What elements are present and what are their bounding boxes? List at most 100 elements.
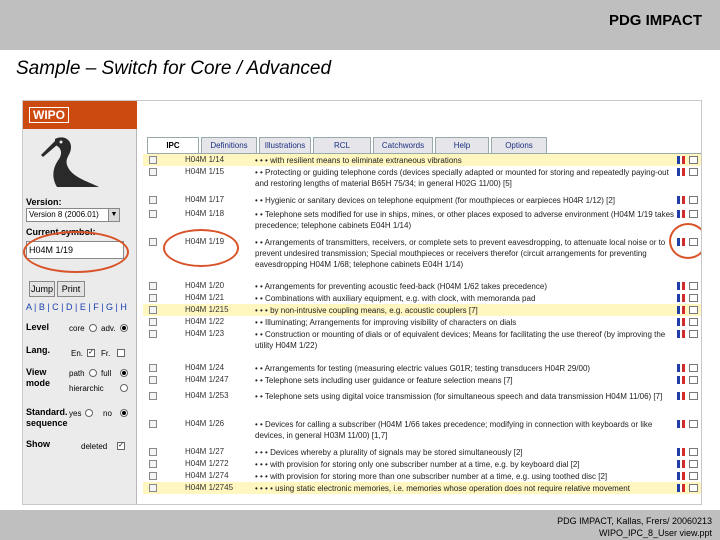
info-box-icon[interactable] — [689, 330, 698, 338]
info-box-icon[interactable] — [689, 294, 698, 302]
info-box-icon[interactable] — [689, 282, 698, 290]
std-yes-radio[interactable] — [85, 409, 93, 417]
table-row[interactable]: H04M 1/24 • • Arrangements for testing (m… — [143, 362, 701, 374]
table-row[interactable]: H04M 1/26 • • Devices for calling a subsc… — [143, 418, 701, 446]
info-box-icon[interactable] — [689, 448, 698, 456]
document-icon[interactable] — [149, 484, 157, 492]
french-flag-icon[interactable] — [677, 306, 686, 314]
level-adv-radio[interactable] — [120, 324, 128, 332]
ipc-code[interactable]: H04M 1/18 — [185, 209, 224, 218]
ipc-code[interactable]: H04M 1/253 — [185, 391, 229, 400]
document-icon[interactable] — [149, 330, 157, 338]
french-flag-icon[interactable] — [677, 156, 686, 164]
document-icon[interactable] — [149, 376, 157, 384]
document-icon[interactable] — [149, 282, 157, 290]
tab-ipc[interactable]: IPC — [147, 137, 199, 154]
french-flag-icon[interactable] — [677, 484, 686, 492]
tab-definitions[interactable]: Definitions — [201, 137, 257, 153]
french-flag-icon[interactable] — [677, 376, 686, 384]
section-letter-links[interactable]: A | B | C | D | E | F | G | H — [26, 302, 127, 312]
french-flag-icon[interactable] — [677, 330, 686, 338]
ipc-code[interactable]: H04M 1/247 — [185, 375, 229, 384]
french-flag-icon[interactable] — [677, 210, 686, 218]
chevron-down-icon[interactable]: ▼ — [108, 209, 119, 221]
document-icon[interactable] — [149, 448, 157, 456]
french-flag-icon[interactable] — [677, 168, 686, 176]
info-box-icon[interactable] — [689, 318, 698, 326]
lang-en-checkbox[interactable]: ✓ — [87, 349, 95, 357]
info-box-icon[interactable] — [689, 306, 698, 314]
ipc-code[interactable]: H04M 1/272 — [185, 459, 229, 468]
ipc-code[interactable]: H04M 1/23 — [185, 329, 224, 338]
document-icon[interactable] — [149, 472, 157, 480]
table-row[interactable]: H04M 1/253 • • Telephone sets using digit… — [143, 390, 701, 418]
ipc-code[interactable]: H04M 1/24 — [185, 363, 224, 372]
std-no-radio[interactable] — [120, 409, 128, 417]
ipc-code[interactable]: H04M 1/2745 — [185, 483, 233, 492]
info-box-icon[interactable] — [689, 156, 698, 164]
ipc-code[interactable]: H04M 1/14 — [185, 155, 224, 164]
french-flag-icon[interactable] — [677, 282, 686, 290]
view-path-radio[interactable] — [89, 369, 97, 377]
french-flag-icon[interactable] — [677, 318, 686, 326]
table-row[interactable]: H04M 1/247 • • Telephone sets including u… — [143, 374, 701, 388]
version-select[interactable]: Version 8 (2006.01) ▼ — [26, 208, 120, 222]
ipc-code[interactable]: H04M 1/21 — [185, 293, 224, 302]
document-icon[interactable] — [149, 156, 157, 164]
info-box-icon[interactable] — [689, 196, 698, 204]
table-row[interactable]: H04M 1/20 • • Arrangements for preventing… — [143, 280, 701, 292]
table-row[interactable]: H04M 1/215 • • • by non-intrusive couplin… — [143, 304, 701, 316]
ipc-code[interactable]: H04M 1/17 — [185, 195, 224, 204]
info-box-icon[interactable] — [689, 364, 698, 372]
document-icon[interactable] — [149, 420, 157, 428]
tab-illustrations[interactable]: Illustrations — [259, 137, 311, 153]
french-flag-icon[interactable] — [677, 364, 686, 372]
ipc-code[interactable]: H04M 1/274 — [185, 471, 229, 480]
document-icon[interactable] — [149, 460, 157, 468]
info-box-icon[interactable] — [689, 420, 698, 428]
info-box-icon[interactable] — [689, 460, 698, 468]
french-flag-icon[interactable] — [677, 392, 686, 400]
table-row[interactable]: H04M 1/2745 • • • • using static electron… — [143, 482, 701, 494]
document-icon[interactable] — [149, 196, 157, 204]
table-row[interactable]: H04M 1/15 • • Protecting or guiding telep… — [143, 166, 701, 194]
info-box-icon[interactable] — [689, 392, 698, 400]
tab-catchwords[interactable]: Catchwords — [373, 137, 433, 153]
tab-options[interactable]: Options — [491, 137, 547, 153]
tab-rcl[interactable]: RCL — [313, 137, 371, 153]
tab-help[interactable]: Help — [435, 137, 489, 153]
french-flag-icon[interactable] — [677, 460, 686, 468]
french-flag-icon[interactable] — [677, 294, 686, 302]
french-flag-icon[interactable] — [677, 420, 686, 428]
document-icon[interactable] — [149, 294, 157, 302]
table-row[interactable]: H04M 1/18 • • Telephone sets modified for… — [143, 208, 701, 236]
french-flag-icon[interactable] — [677, 448, 686, 456]
ipc-code[interactable]: H04M 1/27 — [185, 447, 224, 456]
info-box-icon[interactable] — [689, 472, 698, 480]
table-row[interactable]: H04M 1/274 • • • with provision for stori… — [143, 470, 701, 482]
document-icon[interactable] — [149, 364, 157, 372]
ipc-code[interactable]: H04M 1/15 — [185, 167, 224, 176]
view-full-radio[interactable] — [120, 369, 128, 377]
french-flag-icon[interactable] — [677, 196, 686, 204]
jump-button[interactable]: Jump — [29, 281, 55, 297]
info-box-icon[interactable] — [689, 168, 698, 176]
info-box-icon[interactable] — [689, 376, 698, 384]
document-icon[interactable] — [149, 392, 157, 400]
info-box-icon[interactable] — [689, 484, 698, 492]
table-row[interactable]: H04M 1/272 • • • with provision for stori… — [143, 458, 701, 470]
table-row[interactable]: H04M 1/23 • • Construction or mounting of… — [143, 328, 701, 358]
level-core-radio[interactable] — [89, 324, 97, 332]
show-deleted-checkbox[interactable]: ✓ — [117, 442, 125, 450]
table-row[interactable]: H04M 1/17 • • Hygienic or sanitary device… — [143, 194, 701, 206]
ipc-code[interactable]: H04M 1/26 — [185, 419, 224, 428]
table-row[interactable]: H04M 1/14 • • • with resilient means to e… — [143, 154, 701, 166]
ipc-code[interactable]: H04M 1/20 — [185, 281, 224, 290]
document-icon[interactable] — [149, 238, 157, 246]
ipc-code[interactable]: H04M 1/215 — [185, 305, 229, 314]
table-row[interactable]: H04M 1/22 • • Illuminating; Arrangements … — [143, 316, 701, 328]
lang-fr-checkbox[interactable] — [117, 349, 125, 357]
table-row[interactable]: H04M 1/27 • • • Devices whereby a plurali… — [143, 446, 701, 458]
french-flag-icon[interactable] — [677, 472, 686, 480]
ipc-code[interactable]: H04M 1/22 — [185, 317, 224, 326]
